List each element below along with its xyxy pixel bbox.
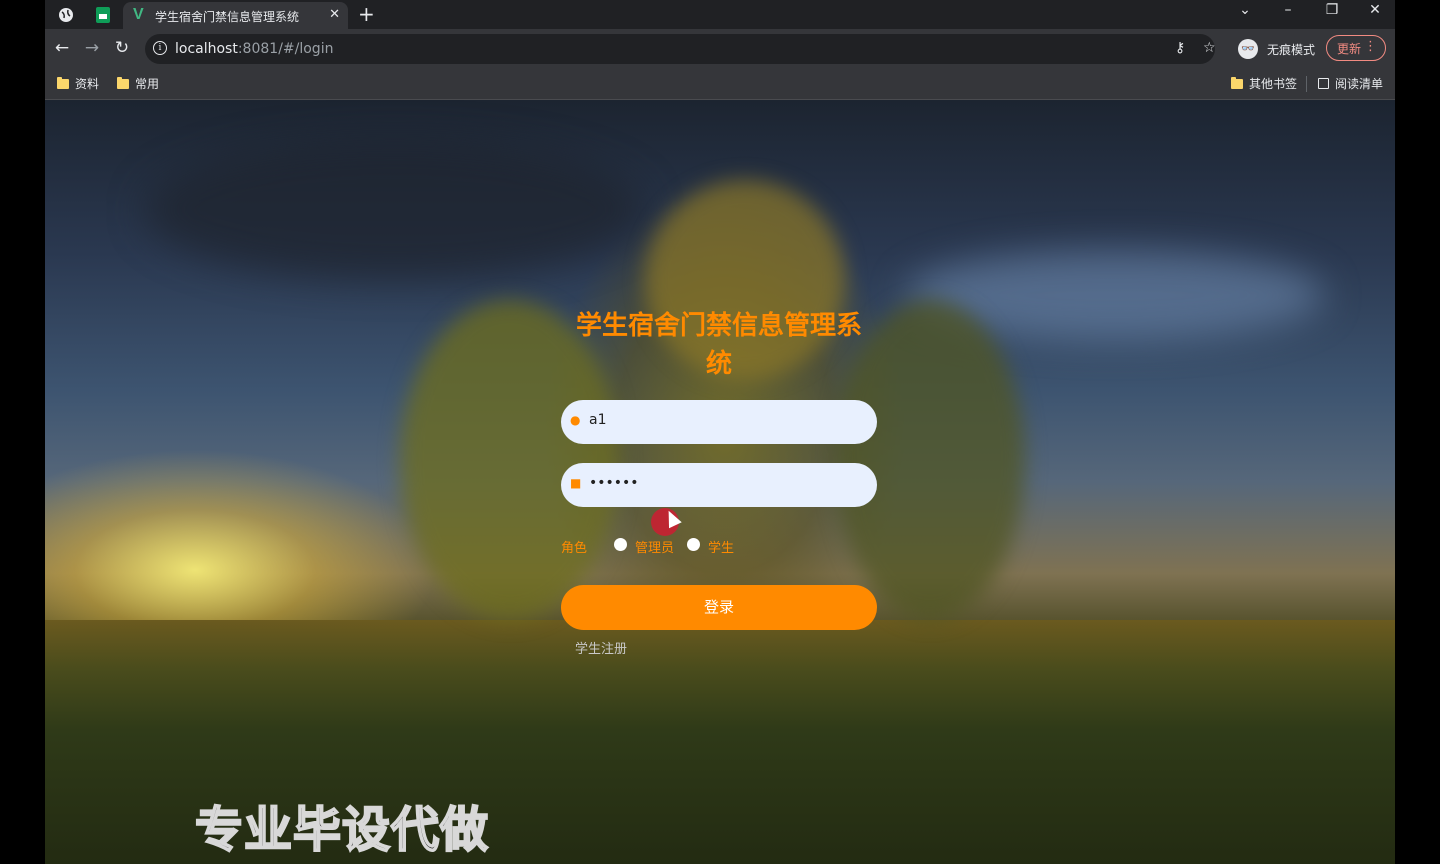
page-title: 学生宿舍门禁信息管理系统 [575,311,862,379]
sheets-app-icon[interactable] [92,4,114,26]
tab-strip: V 学生宿舍门禁信息管理系统 ✕ + ⌄ – ❐ ✕ [45,0,1395,29]
register-link[interactable]: 学生注册 [575,638,627,657]
restore-icon[interactable]: ❐ [1322,2,1342,18]
tab-active[interactable]: V 学生宿舍门禁信息管理系统 ✕ [123,2,348,29]
radio-student-label[interactable]: 学生 [708,537,734,556]
close-tab-icon[interactable]: ✕ [329,7,340,22]
role-label: 角色 [561,541,588,556]
url-text[interactable]: localhost:8081/#/login [175,41,333,57]
update-button[interactable]: 更新 ⋮ [1326,35,1386,61]
forward-icon[interactable]: → [81,38,103,58]
login-page: 学生宿舍门禁信息管理系统 ● a1 ■ •••••• 角色 管理员 学生 登录 … [45,100,1395,864]
bookmark-folder-ziliao[interactable]: 资料 [57,75,99,92]
background-cloud [145,140,645,280]
incognito-icon[interactable]: 👓 [1238,39,1258,59]
username-value: a1 [589,412,607,428]
radio-admin[interactable] [614,538,627,551]
folder-icon [57,76,69,89]
reading-list-button[interactable]: 阅读清单 [1318,75,1383,92]
globe-icon[interactable] [55,4,77,26]
tab-search-icon[interactable]: ⌄ [1235,2,1255,18]
toolbar: ← → ↻ i localhost:8081/#/login ⚷ ☆ 👓 无痕模… [45,29,1395,69]
new-tab-icon[interactable]: + [358,2,375,26]
login-button[interactable]: 登录 [561,585,877,630]
update-label: 更新 [1337,42,1362,56]
role-selector: 角色 管理员 学生 [561,536,881,556]
password-field[interactable]: ■ •••••• [561,463,877,507]
radio-student[interactable] [687,538,700,551]
username-field[interactable]: ● a1 [561,400,877,444]
address-bar[interactable]: i localhost:8081/#/login ⚷ ☆ [145,34,1216,64]
bookmark-folder-other[interactable]: 其他书签 [1231,75,1297,92]
incognito-label: 无痕模式 [1267,43,1316,57]
more-menu-icon[interactable]: ⋮ [1364,39,1377,54]
watermark-overlay: 专业毕设代做 [194,801,490,859]
bookmark-label: 其他书签 [1249,77,1298,91]
bookmark-folder-changyong[interactable]: 常用 [117,75,159,92]
minimize-icon[interactable]: – [1278,2,1298,18]
back-icon[interactable]: ← [51,38,73,58]
reload-icon[interactable]: ↻ [111,38,133,58]
tab-title: 学生宿舍门禁信息管理系统 [155,10,300,24]
browser-window: V 学生宿舍门禁信息管理系统 ✕ + ⌄ – ❐ ✕ ← → ↻ i local… [45,0,1395,864]
reading-list-label: 阅读清单 [1335,77,1384,91]
folder-icon [117,76,129,89]
bookmark-star-icon[interactable]: ☆ [1203,40,1216,56]
radio-admin-label[interactable]: 管理员 [635,537,674,556]
bookmark-label: 资料 [75,77,100,91]
password-value: •••••• [589,475,639,491]
user-icon: ● [570,413,581,427]
password-key-icon[interactable]: ⚷ [1175,40,1185,56]
bookmark-separator [1306,76,1307,92]
vue-logo-icon: V [133,6,144,23]
site-info-icon[interactable]: i [153,41,167,55]
bookmark-label: 常用 [135,77,160,91]
lock-icon: ■ [570,476,582,490]
reading-list-icon [1318,78,1329,89]
folder-icon [1231,76,1243,89]
bookmarks-bar: 资料 常用 其他书签 阅读清单 [45,69,1395,100]
close-window-icon[interactable]: ✕ [1365,2,1385,18]
